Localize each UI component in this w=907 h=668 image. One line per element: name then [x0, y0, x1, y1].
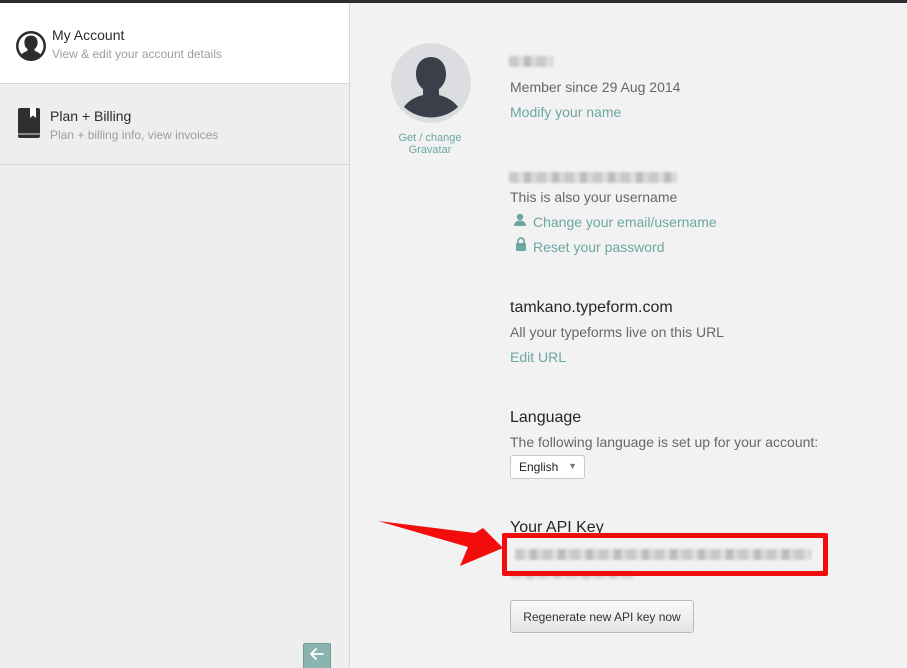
arrow-left-icon — [310, 647, 324, 665]
collapse-sidebar-button[interactable] — [303, 643, 331, 668]
regenerate-api-key-button[interactable]: Regenerate new API key now — [510, 600, 694, 633]
modify-name-link[interactable]: Modify your name — [510, 104, 621, 120]
sidebar-item-plan-billing[interactable]: Plan + Billing Plan + billing info, view… — [0, 84, 349, 165]
reset-password-link[interactable]: Reset your password — [533, 239, 665, 255]
sidebar-item-subtitle: View & edit your account details — [52, 47, 222, 61]
typeform-url: tamkano.typeform.com — [510, 299, 673, 316]
language-selected-value: English — [519, 460, 559, 474]
lock-icon — [515, 237, 527, 256]
sidebar-item-title: My Account — [52, 27, 125, 43]
sidebar-item-my-account[interactable]: My Account View & edit your account deta… — [0, 3, 349, 84]
annotation-highlight-box — [502, 533, 828, 576]
change-email-link[interactable]: Change your email/username — [533, 214, 717, 230]
language-select[interactable]: English ▼ — [510, 455, 585, 479]
sidebar-item-subtitle: Plan + billing info, view invoices — [50, 128, 219, 142]
change-gravatar-link[interactable]: Get / change Gravatar — [387, 132, 473, 156]
user-icon — [514, 213, 526, 232]
account-details-panel: Get / change Gravatar Member since 29 Au… — [351, 3, 907, 668]
edit-url-link[interactable]: Edit URL — [510, 349, 566, 365]
chevron-down-icon: ▼ — [568, 461, 577, 471]
avatar[interactable] — [391, 43, 471, 123]
bookmark-book-icon — [18, 108, 40, 143]
language-description: The following language is set up for you… — [510, 434, 819, 450]
username-note: This is also your username — [510, 189, 678, 205]
redacted-name — [509, 56, 553, 67]
language-heading: Language — [510, 409, 582, 426]
user-silhouette-icon — [16, 31, 46, 66]
member-since: Member since 29 Aug 2014 — [510, 79, 681, 95]
url-description: All your typeforms live on this URL — [510, 324, 724, 340]
sidebar: My Account View & edit your account deta… — [0, 3, 350, 668]
redacted-email — [509, 172, 677, 183]
sidebar-item-title: Plan + Billing — [50, 108, 132, 124]
